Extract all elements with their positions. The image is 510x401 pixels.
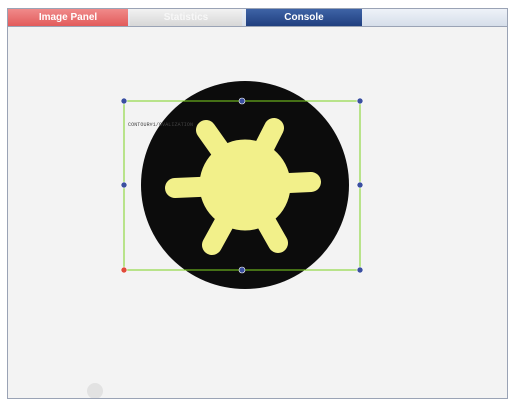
roi-handle-mid-right[interactable] [356,181,364,189]
panel-window: Image Panel Statistics Console CONTOUR#1… [7,8,508,399]
roi-handle-top-right[interactable] [356,97,364,105]
roi-handle-bottom-right[interactable] [356,266,364,274]
roi-handle-top-mid[interactable] [238,97,246,105]
tab-image-panel[interactable]: Image Panel [8,9,128,26]
roi-handle-bottom-mid[interactable] [238,266,246,274]
tab-statistics[interactable]: Statistics [130,9,242,26]
canvas-artifact [87,383,103,398]
tab-bar: Image Panel Statistics Console [8,9,507,27]
tab-console[interactable]: Console [246,9,362,26]
roi-handle-bottom-left[interactable] [120,266,128,274]
image-canvas[interactable]: CONTOUR#1/OVALIZATION [8,27,507,398]
roi-label: CONTOUR#1/OVALIZATION [128,122,194,128]
roi-handle-mid-left[interactable] [120,181,128,189]
roi-handle-top-left[interactable] [120,97,128,105]
image-view [87,81,364,398]
